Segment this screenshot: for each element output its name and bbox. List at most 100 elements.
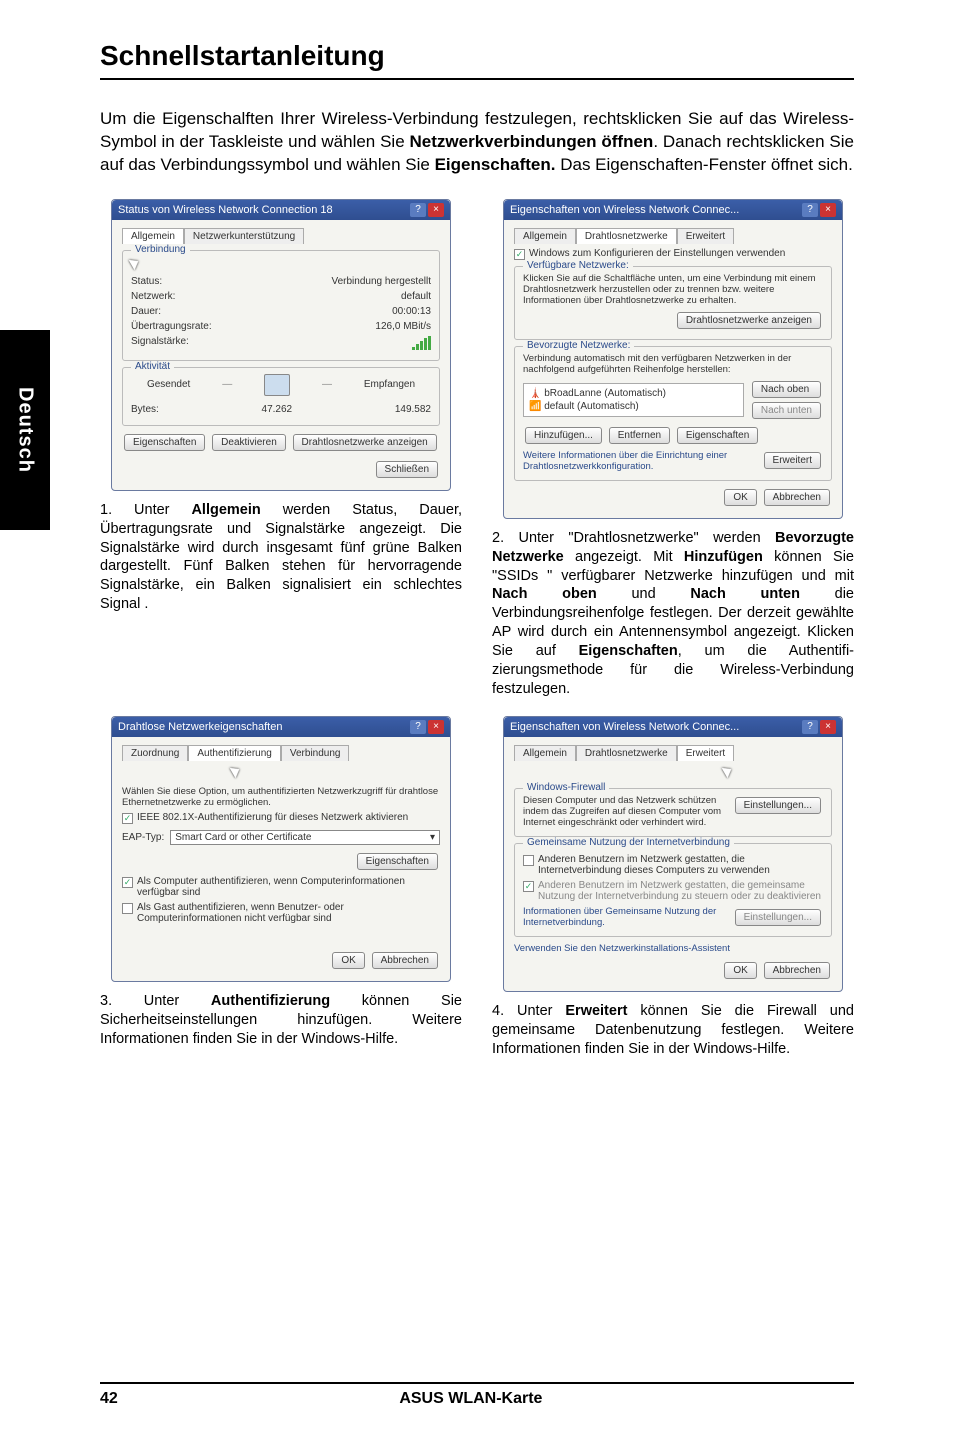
- tab-drahtlosnetzwerke[interactable]: Drahtlosnetzwerke: [576, 745, 677, 761]
- firewall-text: Diesen Computer und das Netzwerk schütze…: [523, 795, 727, 828]
- preferred-list[interactable]: 🗼 bRoadLanne (Automatisch) 📶 default (Au…: [523, 383, 744, 417]
- duration-label: Dauer:: [131, 306, 161, 317]
- cap3-a: Unter: [144, 993, 211, 1009]
- list-item: bRoadLanne (Automatisch): [544, 388, 666, 399]
- dialog4-tabs: Allgemein Drahtlosnetzwerke Erweitert: [514, 745, 832, 761]
- tab-allgemein[interactable]: Allgemein: [122, 228, 184, 244]
- bytes-label: Bytes:: [131, 404, 159, 415]
- network-wizard-link[interactable]: Verwenden Sie den Netzwerkinstallations-…: [514, 943, 832, 954]
- dialog-advanced: Eigenschaften von Wireless Network Conne…: [503, 716, 843, 992]
- help-icon[interactable]: ?: [410, 720, 426, 734]
- eap-type-select[interactable]: Smart Card or other Certificate ▾: [170, 830, 440, 845]
- dialog4-title: Eigenschaften von Wireless Network Conne…: [510, 721, 739, 733]
- cursor-icon: [724, 765, 734, 779]
- tab-erweitert[interactable]: Erweitert: [677, 745, 734, 761]
- props-button[interactable]: Eigenschaften: [677, 427, 758, 444]
- group-aktivitaet: Aktivität Gesendet — — Empfangen Bytes: …: [122, 367, 440, 426]
- group-verbindung: Verbindung Status:Verbindung hergestellt…: [122, 250, 440, 361]
- firewall-settings-button[interactable]: Einstellungen...: [735, 797, 821, 814]
- cap4-b: Erweitert: [565, 1003, 627, 1019]
- cap3-b: Authentifizierung: [211, 993, 330, 1009]
- advanced-button[interactable]: Erweitert: [764, 452, 821, 469]
- checkbox-ieee-label: IEEE 802.1X-Authentifizierung für dieses…: [137, 812, 408, 823]
- add-button[interactable]: Hinzufügen...: [525, 427, 602, 444]
- caption-2: 2. Unter "Drahtlosnetzwerke" werden Bevo…: [492, 529, 854, 699]
- checkbox-share1[interactable]: Anderen Benutzern im Netzwerk gestatten,…: [523, 854, 823, 876]
- rate-value: 126,0 MBit/s: [375, 321, 431, 332]
- tab-drahtlosnetzwerke[interactable]: Drahtlosnetzwerke: [576, 228, 677, 244]
- ok-button[interactable]: OK: [724, 962, 756, 979]
- close-icon[interactable]: ×: [428, 720, 444, 734]
- group-firewall: Windows-Firewall Diesen Computer und das…: [514, 788, 832, 837]
- group-sharing-title: Gemeinsame Nutzung der Internetverbindun…: [523, 837, 734, 848]
- intro-bold-1: Netzwerk­verbindungen öffnen: [410, 132, 654, 151]
- network-value: default: [401, 291, 431, 302]
- tab-zuordnung[interactable]: Zuordnung: [122, 745, 188, 761]
- view-wireless-button[interactable]: Drahtlosnetzwerke anzeigen: [677, 312, 821, 329]
- caption1-b: Allgemein: [191, 502, 260, 518]
- checkbox-icon: ✓: [523, 881, 534, 892]
- sharing-settings-button: Einstellungen...: [735, 909, 821, 926]
- properties-button[interactable]: Eigenschaften: [124, 434, 205, 451]
- checkbox-icon: ✓: [122, 813, 133, 824]
- move-down-button[interactable]: Nach unten: [752, 402, 821, 419]
- checkbox-as-guest[interactable]: Als Gast authentifizieren, wenn Benutzer…: [122, 902, 440, 924]
- checkbox-share1-label: Anderen Benutzern im Netzwerk gestatten,…: [538, 854, 823, 876]
- network-label: Netzwerk:: [131, 291, 175, 302]
- eap-props-button[interactable]: Eigenschaften: [357, 853, 438, 870]
- remove-button[interactable]: Entfernen: [609, 427, 670, 444]
- help-icon[interactable]: ?: [802, 203, 818, 217]
- close-icon[interactable]: ×: [428, 203, 444, 217]
- cap2-b5: Eigenschaften: [579, 643, 678, 659]
- view-networks-button[interactable]: Drahtlosnetzwerke anzeigen: [293, 434, 437, 451]
- dialog1-titlebar: Status von Wireless Network Connection 1…: [112, 200, 450, 220]
- more-info-link[interactable]: Weitere Informationen über die Einrichtu…: [523, 450, 762, 472]
- ok-button[interactable]: OK: [724, 489, 756, 506]
- intro-text-e: Das Eigenschaften-Fenster öffnet sich.: [555, 155, 852, 174]
- close-icon[interactable]: ×: [820, 720, 836, 734]
- group-preferred: Bevorzugte Netzwerke: Verbindung automat…: [514, 346, 832, 481]
- tab-allgemein[interactable]: Allgemein: [514, 745, 576, 761]
- checkbox-as-computer[interactable]: ✓ Als Computer authentifizieren, wenn Co…: [122, 876, 440, 898]
- tab-authentifizierung[interactable]: Authentifizierung: [188, 745, 281, 761]
- group-available: Verfügbare Netzwerke: Klicken Sie auf di…: [514, 266, 832, 340]
- footer-product: ASUS WLAN-Karte: [399, 1390, 542, 1408]
- sharing-info-link[interactable]: Informationen über Gemeinsame Nutzung de…: [523, 906, 733, 928]
- disable-button[interactable]: Deaktivieren: [212, 434, 286, 451]
- cap2-t: Unter "Drahtlosnetzwerke" werden: [518, 530, 775, 546]
- cancel-button[interactable]: Abbrechen: [764, 489, 830, 506]
- checkbox-windows-config-label: Windows zum Konfigurieren der Einstellun…: [529, 248, 785, 259]
- cancel-button[interactable]: Abbrechen: [372, 952, 438, 969]
- help-icon[interactable]: ?: [410, 203, 426, 217]
- group-preferred-title: Bevorzugte Netzwerke:: [523, 340, 634, 351]
- help-icon[interactable]: ?: [802, 720, 818, 734]
- cancel-button[interactable]: Abbrechen: [764, 962, 830, 979]
- eap-type-label: EAP-Typ:: [122, 832, 164, 843]
- cap4-a: Unter: [517, 1003, 565, 1019]
- dialog4-titlebar: Eigenschaften von Wireless Network Conne…: [504, 717, 842, 737]
- tab-erweitert[interactable]: Erweitert: [677, 228, 734, 244]
- group-available-title: Verfügbare Netzwerke:: [523, 260, 633, 271]
- checkbox-ieee8021x[interactable]: ✓ IEEE 802.1X-Authentifizierung für dies…: [122, 812, 440, 824]
- move-up-button[interactable]: Nach oben: [752, 381, 821, 398]
- bytes-sent: 47.262: [159, 404, 395, 415]
- ok-button[interactable]: OK: [332, 952, 364, 969]
- monitor-icon: [264, 374, 290, 396]
- close-icon[interactable]: ×: [820, 203, 836, 217]
- chevron-down-icon: ▾: [430, 832, 435, 843]
- eap-type-value: Smart Card or other Certificate: [175, 832, 311, 843]
- caption1-a: Unter: [134, 502, 191, 518]
- checkbox-share2-label: Anderen Benutzern im Netzwerk gestatten,…: [538, 880, 823, 902]
- footer-rule: [100, 1382, 854, 1384]
- page-footer: 42 ASUS WLAN-Karte: [100, 1382, 854, 1408]
- checkbox-icon: [122, 903, 133, 914]
- tab-netzwerkunterstuetzung[interactable]: Netzwerkunterstützung: [184, 228, 304, 244]
- close-button[interactable]: Schließen: [376, 461, 438, 478]
- status-label: Status:: [131, 276, 162, 287]
- caption-4: 4. Unter Erweitert können Sie die Firewa…: [492, 1002, 854, 1059]
- tab-allgemein[interactable]: Allgemein: [514, 228, 576, 244]
- group-aktivitaet-title: Aktivität: [131, 361, 174, 372]
- cursor-icon: [232, 765, 242, 779]
- tab-verbindung[interactable]: Verbindung: [281, 745, 350, 761]
- checkbox-windows-config[interactable]: ✓ Windows zum Konfigurieren der Einstell…: [514, 248, 832, 260]
